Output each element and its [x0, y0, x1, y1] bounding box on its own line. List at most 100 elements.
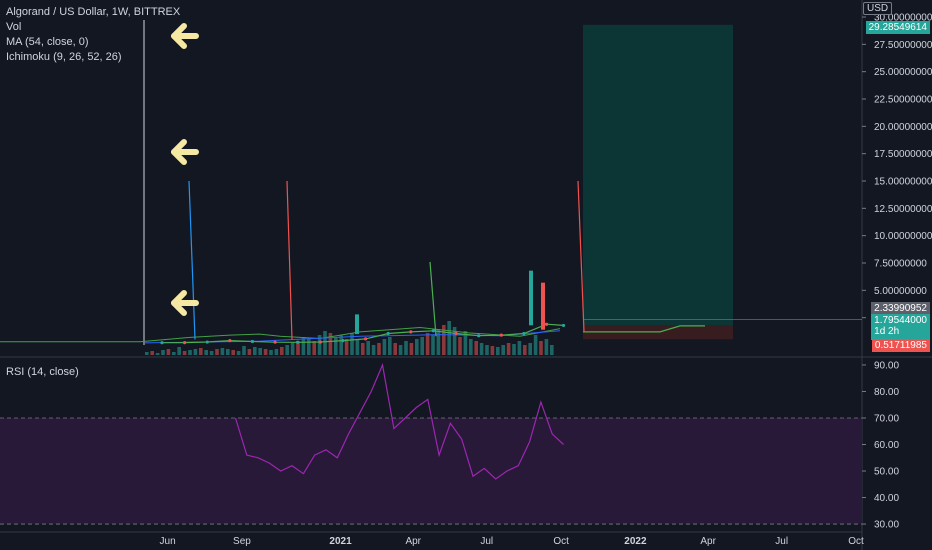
- price-point: [522, 331, 526, 336]
- price-point: [544, 322, 549, 326]
- price-point: [386, 331, 390, 336]
- last-price: 1.79544000: [874, 315, 927, 326]
- volume-bar: [447, 321, 451, 355]
- volume-bar: [166, 349, 171, 355]
- volume-bar: [172, 352, 176, 355]
- price-axis-label: 7.50000000: [874, 259, 927, 270]
- volume-bar: [496, 347, 500, 355]
- volume-bar: [161, 350, 165, 355]
- ichimoku-legend[interactable]: Ichimoku (9, 26, 52, 26): [6, 50, 180, 65]
- time-axis-label: Jul: [775, 536, 788, 547]
- volume-bar: [479, 343, 484, 355]
- candle-up: [355, 314, 359, 335]
- volume-bar: [501, 345, 505, 355]
- volume-bar: [247, 349, 252, 355]
- volume-bar: [145, 352, 149, 355]
- price-axis-label: 22.50000000: [874, 95, 932, 106]
- symbol-title[interactable]: Algorand / US Dollar, 1W, BITTREX: [6, 5, 180, 20]
- volume-bar: [307, 339, 311, 355]
- price-point: [296, 340, 300, 344]
- price-point: [409, 330, 413, 334]
- volume-bar: [285, 345, 289, 355]
- volume-bar: [533, 335, 538, 355]
- volume-bar: [523, 345, 527, 355]
- volume-bar: [474, 341, 478, 355]
- time-axis-label: Jun: [160, 536, 176, 547]
- volume-bar: [409, 343, 414, 355]
- volume-bar: [458, 337, 462, 355]
- time-axis-label: Apr: [700, 536, 716, 547]
- price-tag-last: 1.79544000 1d 2h: [871, 314, 930, 340]
- volume-bar: [150, 351, 154, 355]
- volume-bar: [355, 340, 360, 355]
- volume-legend[interactable]: Vol: [6, 20, 180, 35]
- volume-bar: [263, 349, 268, 355]
- rsi-pane: [0, 362, 862, 525]
- volume-bar: [274, 349, 279, 355]
- volume-bar: [242, 346, 246, 355]
- volume-bar: [420, 337, 424, 355]
- rsi-band: [0, 417, 862, 525]
- rsi-legend[interactable]: RSI (14, close): [6, 366, 79, 378]
- volume-bar: [204, 350, 208, 355]
- volume-bar: [393, 343, 397, 355]
- volume-bar: [431, 335, 435, 355]
- volume-bar: [177, 347, 181, 355]
- volume-bar: [290, 343, 295, 355]
- price-tag-stop: 0.51711985: [871, 339, 930, 352]
- price-tag-target: 29.28549614: [865, 21, 930, 34]
- chart-canvas[interactable]: 30.0000000027.5000000025.0000000022.5000…: [0, 0, 932, 550]
- price-axis-label: 20.00000000: [874, 122, 932, 133]
- volume-bar: [301, 337, 306, 355]
- volume-bar: [377, 343, 381, 355]
- price-axis-label: 25.00000000: [874, 67, 932, 78]
- rsi-axis-label: 70.00: [874, 413, 899, 424]
- price-point: [182, 340, 187, 345]
- bar-countdown: 1d 2h: [874, 326, 900, 337]
- rsi-axis-label: 60.00: [874, 440, 899, 451]
- volume-bar: [528, 343, 532, 355]
- volume-bar: [312, 341, 316, 355]
- volume-bar: [512, 344, 516, 355]
- ma-legend[interactable]: MA (54, close, 0): [6, 35, 180, 50]
- time-axis-label: Sep: [233, 536, 251, 547]
- volume-bar: [193, 349, 198, 355]
- price-point: [205, 340, 209, 344]
- volume-bar: [550, 345, 554, 355]
- currency-badge[interactable]: USD: [863, 2, 893, 15]
- price-point: [228, 339, 232, 343]
- volume-bar: [231, 350, 235, 355]
- rsi-axis-label: 80.00: [874, 387, 899, 398]
- volume-bar: [382, 339, 387, 355]
- time-axis-label: Apr: [405, 536, 421, 547]
- volume-bar: [226, 349, 230, 355]
- volume-bar: [334, 337, 338, 355]
- price-point: [250, 339, 255, 344]
- candle-spike-up: [529, 270, 533, 326]
- volume-bar: [344, 339, 349, 355]
- price-point: [341, 339, 345, 343]
- volume-bar: [155, 353, 160, 355]
- price-point: [318, 340, 322, 344]
- time-axis-label: Oct: [553, 536, 569, 547]
- volume-bar: [220, 348, 225, 355]
- volume-bar: [425, 333, 430, 355]
- volume-bar: [404, 341, 408, 355]
- chart-legend: Algorand / US Dollar, 1W, BITTREX Vol MA…: [6, 5, 180, 65]
- price-axis-label: 12.50000000: [874, 204, 932, 215]
- volume-bar: [539, 341, 543, 355]
- volume-bar: [269, 350, 273, 355]
- volume-bar: [388, 337, 392, 355]
- price-axis-label: 27.50000000: [874, 40, 932, 51]
- volume-bar: [361, 343, 365, 355]
- volume-bar: [517, 341, 522, 355]
- volume-bar: [469, 339, 473, 355]
- price-point: [477, 334, 481, 338]
- volume-bar: [371, 345, 376, 355]
- volume-bar: [436, 329, 441, 355]
- time-axis-label: 2022: [624, 536, 647, 547]
- price-point: [160, 341, 164, 345]
- price-point: [561, 323, 566, 328]
- rsi-axis-label: 90.00: [874, 360, 899, 371]
- volume-bar: [188, 350, 192, 355]
